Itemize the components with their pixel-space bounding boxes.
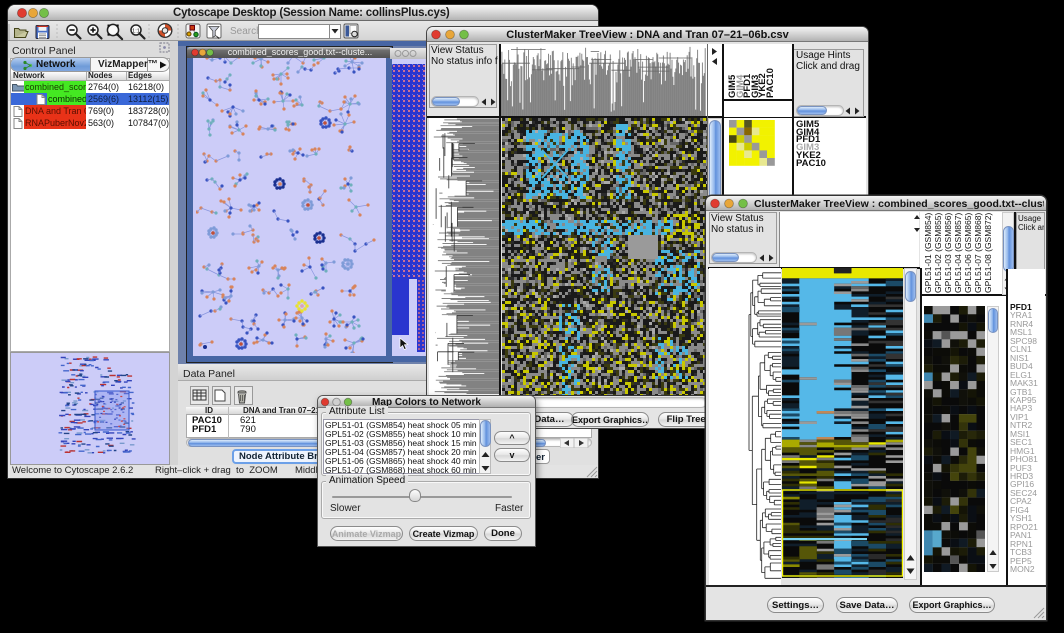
svg-text:1:1: 1:1 (132, 29, 140, 35)
